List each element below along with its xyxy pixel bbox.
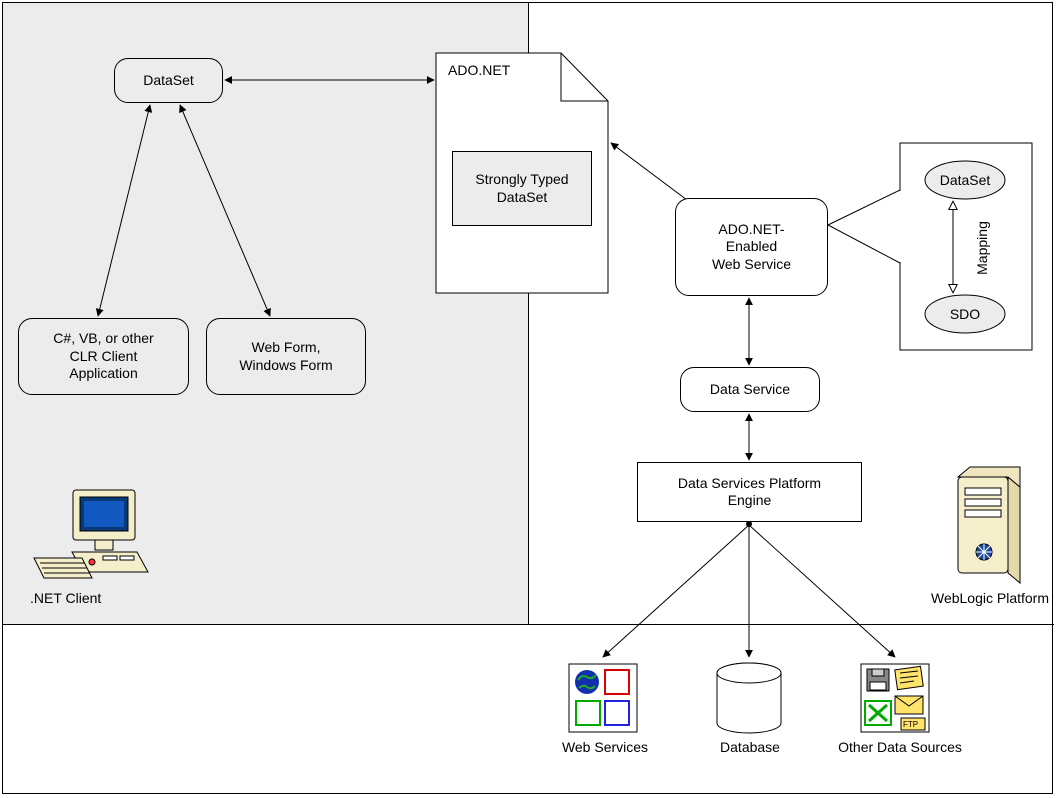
- node-web-service: ADO.NET- Enabled Web Service: [675, 198, 828, 296]
- text-sdo: SDO: [930, 306, 1000, 322]
- node-data-service: Data Service: [680, 367, 820, 412]
- node-dataset-client: DataSet: [114, 58, 223, 103]
- label-database: Database: [700, 739, 800, 755]
- node-clr-app: C#, VB, or other CLR Client Application: [18, 318, 189, 395]
- text-dataset-client: DataSet: [143, 72, 194, 90]
- label-net-client: .NET Client: [30, 590, 170, 606]
- node-dsp-engine: Data Services Platform Engine: [637, 462, 862, 522]
- text-webform: Web Form, Windows Form: [239, 339, 332, 374]
- diagram-canvas: DataSet C#, VB, or other CLR Client Appl…: [0, 0, 1057, 798]
- label-web-services: Web Services: [550, 739, 660, 755]
- text-web-service: ADO.NET- Enabled Web Service: [712, 221, 791, 274]
- label-other-ds: Other Data Sources: [820, 739, 980, 755]
- text-adonet-doc: ADO.NET: [448, 62, 548, 78]
- net-client-region: [3, 3, 529, 625]
- text-strongly-typed: Strongly Typed DataSet: [475, 171, 568, 206]
- text-dataset-right: DataSet: [930, 172, 1000, 188]
- text-data-service: Data Service: [710, 381, 790, 399]
- text-dsp-engine: Data Services Platform Engine: [678, 475, 821, 510]
- text-clr-app: C#, VB, or other CLR Client Application: [53, 330, 153, 383]
- label-weblogic: WebLogic Platform: [920, 590, 1057, 606]
- node-strongly-typed: Strongly Typed DataSet: [452, 151, 592, 226]
- node-webform: Web Form, Windows Form: [206, 318, 366, 395]
- text-mapping: Mapping: [974, 221, 990, 275]
